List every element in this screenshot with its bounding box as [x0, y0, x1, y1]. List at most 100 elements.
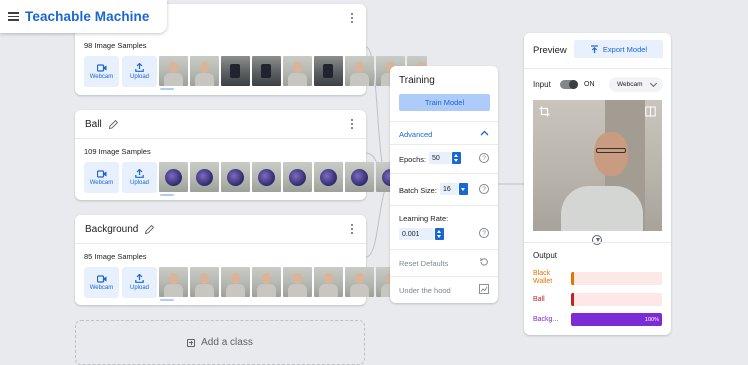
more-options-icon[interactable]	[351, 224, 354, 234]
app-header: Teachable Machine	[0, 0, 167, 33]
learning-rate-label: Learning Rate:	[399, 214, 449, 223]
divider	[390, 121, 498, 122]
sample-thumbnail[interactable]	[345, 267, 374, 297]
output-bar	[571, 293, 662, 306]
app-title[interactable]: Teachable Machine	[25, 9, 150, 24]
sample-thumbnail[interactable]	[252, 56, 281, 86]
upload-button[interactable]: Upload	[122, 267, 157, 298]
sample-thumbnail[interactable]	[190, 162, 219, 192]
under-the-hood-button[interactable]: Under the hood	[399, 286, 451, 295]
sample-thumbnail[interactable]	[314, 267, 343, 297]
sample-thumbnail[interactable]	[159, 56, 188, 86]
sample-thumbnail[interactable]	[345, 56, 374, 86]
sample-thumbnail[interactable]	[252, 162, 281, 192]
webcam-label: Webcam	[89, 284, 114, 291]
chevron-up-icon[interactable]	[480, 130, 489, 136]
class-header: Background	[75, 215, 366, 243]
help-icon[interactable]: ?	[479, 153, 489, 163]
divider	[75, 243, 366, 244]
class-name[interactable]: Background	[85, 224, 138, 235]
sample-thumbnail[interactable]	[314, 162, 343, 192]
learning-rate-stepper[interactable]	[435, 228, 444, 240]
add-box-icon	[187, 338, 196, 347]
webcam-button[interactable]: Webcam	[84, 162, 119, 193]
webcam-button[interactable]: Webcam	[84, 267, 119, 298]
epochs-stepper[interactable]	[452, 152, 461, 164]
upload-icon	[135, 169, 144, 178]
upload-button[interactable]: Upload	[122, 56, 157, 87]
sample-thumbnail[interactable]	[221, 267, 250, 297]
sample-thumbnail[interactable]	[314, 56, 343, 86]
chevron-down-icon	[649, 79, 658, 88]
sample-thumbnail[interactable]	[221, 162, 250, 192]
divider	[75, 138, 366, 139]
export-icon	[590, 44, 598, 53]
sample-thumbnail[interactable]	[190, 56, 219, 86]
sample-thumbnails	[159, 56, 427, 86]
sample-thumbnail[interactable]	[283, 56, 312, 86]
upload-button[interactable]: Upload	[122, 162, 157, 193]
upload-label: Upload	[129, 180, 149, 186]
output-bar-fill	[571, 272, 574, 285]
input-toggle[interactable]	[560, 80, 578, 89]
output-label: Black Wallet	[533, 270, 553, 285]
sample-thumbnail[interactable]	[159, 162, 188, 192]
thumbnail-scrollbar[interactable]	[160, 88, 174, 90]
divider	[390, 173, 498, 174]
output-bar: 100%	[571, 313, 662, 326]
more-options-icon[interactable]	[351, 119, 354, 129]
menu-icon[interactable]	[8, 12, 19, 21]
advanced-toggle[interactable]: Advanced	[399, 130, 432, 139]
sample-thumbnail[interactable]	[252, 267, 281, 297]
input-label: Input	[533, 80, 551, 89]
class-name[interactable]: Ball	[85, 119, 102, 130]
reset-icon[interactable]	[479, 257, 489, 267]
output-bar-fill	[571, 293, 574, 306]
divider	[524, 68, 671, 69]
sample-thumbnail[interactable]	[221, 56, 250, 86]
chart-icon[interactable]	[479, 284, 489, 294]
more-options-icon[interactable]	[351, 13, 354, 23]
upload-label: Upload	[129, 74, 149, 80]
output-label: Backg...	[533, 316, 559, 323]
epochs-input[interactable]: 50	[429, 152, 451, 164]
edit-icon[interactable]	[108, 119, 119, 130]
sample-thumbnails	[159, 162, 427, 192]
batch-size-select[interactable]: 16	[440, 183, 458, 195]
train-model-button[interactable]: Train Model	[399, 94, 490, 111]
webcam-button[interactable]: Webcam	[84, 56, 119, 87]
divider	[390, 205, 498, 206]
flip-icon[interactable]	[645, 106, 656, 117]
output-bar	[571, 272, 662, 285]
sample-thumbnail[interactable]	[283, 267, 312, 297]
preview-title: Preview	[533, 45, 567, 56]
divider	[524, 242, 671, 243]
toggle-state: ON	[584, 81, 595, 88]
class-card-2: Ball 109 Image Samples Webcam Upload	[75, 110, 427, 200]
source-select[interactable]: Webcam	[609, 77, 663, 92]
thumbnail-scrollbar[interactable]	[160, 194, 174, 196]
sample-thumbnails	[159, 267, 427, 297]
upload-icon	[135, 274, 144, 283]
crop-icon[interactable]	[539, 106, 550, 117]
batch-size-label: Batch Size:	[399, 186, 437, 195]
export-model-button[interactable]: Export Model	[574, 40, 663, 58]
add-class-button[interactable]: Add a class	[75, 320, 365, 365]
class-header: Ball	[75, 110, 366, 138]
reset-defaults-button[interactable]: Reset Defaults	[399, 259, 448, 268]
output-bar-fill: 100%	[571, 313, 662, 326]
sample-count: 85 Image Samples	[84, 252, 147, 261]
thumbnail-scrollbar[interactable]	[160, 299, 174, 301]
learning-rate-input[interactable]: 0.001	[399, 228, 434, 240]
help-icon[interactable]: ?	[479, 184, 489, 194]
help-icon[interactable]: ?	[479, 228, 489, 238]
edit-icon[interactable]	[144, 224, 155, 235]
sample-thumbnail[interactable]	[345, 162, 374, 192]
sample-thumbnail[interactable]	[159, 267, 188, 297]
batch-size-dropdown[interactable]	[459, 183, 468, 195]
training-panel: Training Train Model Advanced Epochs: 50…	[390, 66, 498, 303]
webcam-icon	[96, 63, 106, 72]
sample-thumbnail[interactable]	[283, 162, 312, 192]
webcam-icon	[96, 274, 106, 283]
sample-thumbnail[interactable]	[190, 267, 219, 297]
